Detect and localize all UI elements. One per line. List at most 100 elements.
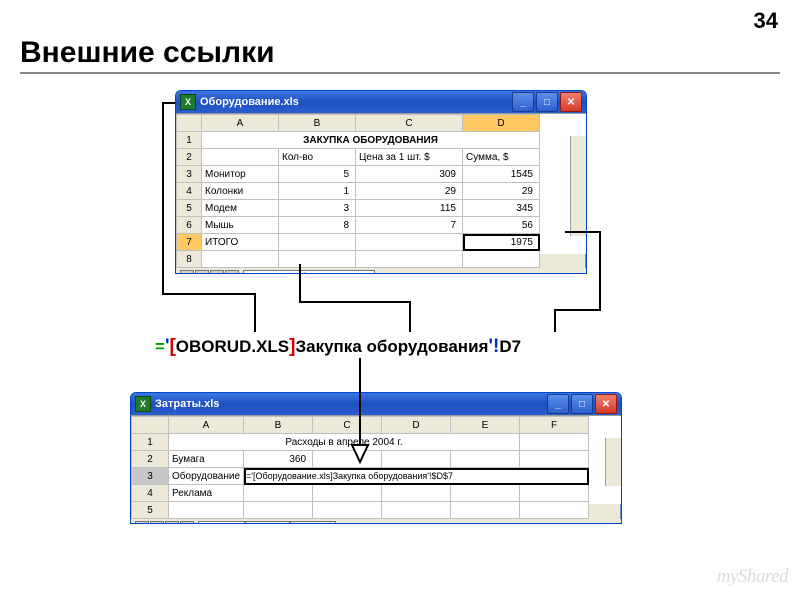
col-header-f[interactable]: F xyxy=(520,417,589,434)
cell[interactable] xyxy=(382,485,451,502)
cell[interactable] xyxy=(202,251,279,268)
sheet-nav-last-icon[interactable]: ⏭ xyxy=(180,521,194,524)
row-header[interactable]: 4 xyxy=(132,485,169,502)
sheet-tab-active[interactable]: Закупка оборудования xyxy=(243,270,375,275)
sheet-nav-prev-icon[interactable]: ◀ xyxy=(150,521,164,524)
row-header[interactable]: 3 xyxy=(132,468,169,485)
cell[interactable]: 309 xyxy=(356,166,463,183)
row-header[interactable]: 3 xyxy=(177,166,202,183)
cell[interactable]: Мышь xyxy=(202,217,279,234)
cell[interactable]: ЗАКУПКА ОБОРУДОВАНИЯ xyxy=(202,132,540,149)
cell[interactable]: ИТОГО xyxy=(202,234,279,251)
cell[interactable] xyxy=(244,502,313,519)
sheet-tab-3[interactable]: Лист3 xyxy=(290,521,335,525)
row-header[interactable]: 6 xyxy=(177,217,202,234)
cell[interactable]: 29 xyxy=(356,183,463,200)
cell[interactable]: Реклама xyxy=(169,485,244,502)
cell[interactable]: Оборудование xyxy=(169,468,244,485)
vertical-scrollbar[interactable] xyxy=(570,136,586,236)
cell[interactable] xyxy=(382,451,451,468)
spreadsheet-grid-1[interactable]: A B C D 1 ЗАКУПКА ОБОРУДОВАНИЯ 2 Кол-во … xyxy=(176,114,540,268)
close-button[interactable]: ✕ xyxy=(595,394,617,414)
col-header-c[interactable]: C xyxy=(313,417,382,434)
cell[interactable]: 29 xyxy=(463,183,540,200)
cell[interactable]: 3 xyxy=(279,200,356,217)
cell[interactable] xyxy=(279,251,356,268)
col-header-d[interactable]: D xyxy=(463,115,540,132)
sheet-nav-first-icon[interactable]: ⏮ xyxy=(180,270,194,274)
col-header-a[interactable]: A xyxy=(169,417,244,434)
cell[interactable]: 8 xyxy=(279,217,356,234)
col-header-b[interactable]: B xyxy=(279,115,356,132)
sheet-nav-prev-icon[interactable]: ◀ xyxy=(195,270,209,274)
row-header[interactable]: 2 xyxy=(132,451,169,468)
cell[interactable]: Расходы в апреле 2004 г. xyxy=(169,434,520,451)
cell[interactable] xyxy=(520,451,589,468)
row-header[interactable]: 5 xyxy=(132,502,169,519)
row-header[interactable]: 1 xyxy=(132,434,169,451)
cell[interactable]: Цена за 1 шт. $ xyxy=(356,149,463,166)
sheet-nav-last-icon[interactable]: ⏭ xyxy=(225,270,239,274)
cell[interactable] xyxy=(451,485,520,502)
cell[interactable] xyxy=(202,149,279,166)
col-header-c[interactable]: C xyxy=(356,115,463,132)
cell[interactable] xyxy=(520,485,589,502)
corner-cell[interactable] xyxy=(132,417,169,434)
cell-d7-active[interactable]: 1975 xyxy=(463,234,540,251)
cell-b3-formula[interactable]: ='[Оборудование.xls]Закупка оборудования… xyxy=(244,468,589,485)
spreadsheet-grid-2[interactable]: A B C D E F 1 Расходы в апреле 2004 г. 2… xyxy=(131,416,589,519)
row-header[interactable]: 7 xyxy=(177,234,202,251)
cell[interactable]: 345 xyxy=(463,200,540,217)
cell[interactable]: Сумма, $ xyxy=(463,149,540,166)
cell[interactable] xyxy=(313,502,382,519)
col-header-a[interactable]: A xyxy=(202,115,279,132)
cell[interactable] xyxy=(451,451,520,468)
cell[interactable] xyxy=(356,234,463,251)
cell[interactable] xyxy=(244,485,313,502)
cell[interactable] xyxy=(463,251,540,268)
cell[interactable] xyxy=(313,451,382,468)
cell[interactable]: 115 xyxy=(356,200,463,217)
cell[interactable] xyxy=(520,502,589,519)
corner-cell[interactable] xyxy=(177,115,202,132)
cell[interactable] xyxy=(382,502,451,519)
sheet-tab-2[interactable]: Лист2 xyxy=(245,521,290,525)
cell[interactable]: 7 xyxy=(356,217,463,234)
cell[interactable]: Кол-во xyxy=(279,149,356,166)
cell[interactable]: Бумага xyxy=(169,451,244,468)
row-header[interactable]: 1 xyxy=(177,132,202,149)
cell[interactable]: Модем xyxy=(202,200,279,217)
cell[interactable] xyxy=(279,234,356,251)
row-header[interactable]: 2 xyxy=(177,149,202,166)
cell[interactable] xyxy=(313,485,382,502)
cell[interactable]: Монитор xyxy=(202,166,279,183)
titlebar[interactable]: X Оборудование.xls _ □ ✕ xyxy=(176,91,586,113)
close-button[interactable]: ✕ xyxy=(560,92,582,112)
cell[interactable]: 56 xyxy=(463,217,540,234)
sheet-nav-first-icon[interactable]: ⏮ xyxy=(135,521,149,524)
col-header-d[interactable]: D xyxy=(382,417,451,434)
row-header[interactable]: 5 xyxy=(177,200,202,217)
cell[interactable]: 1545 xyxy=(463,166,540,183)
maximize-button[interactable]: □ xyxy=(536,92,558,112)
col-header-e[interactable]: E xyxy=(451,417,520,434)
titlebar[interactable]: X Затраты.xls _ □ ✕ xyxy=(131,393,621,415)
sheet-tab-1[interactable]: Лист1 xyxy=(198,521,245,525)
cell[interactable] xyxy=(520,434,589,451)
minimize-button[interactable]: _ xyxy=(512,92,534,112)
cell[interactable] xyxy=(356,251,463,268)
cell[interactable] xyxy=(169,502,244,519)
sheet-nav-next-icon[interactable]: ▶ xyxy=(165,521,179,524)
cell[interactable] xyxy=(451,502,520,519)
minimize-button[interactable]: _ xyxy=(547,394,569,414)
cell[interactable]: 360 xyxy=(244,451,313,468)
col-header-b[interactable]: B xyxy=(244,417,313,434)
cell[interactable]: 1 xyxy=(279,183,356,200)
row-header[interactable]: 8 xyxy=(177,251,202,268)
maximize-button[interactable]: □ xyxy=(571,394,593,414)
row-header[interactable]: 4 xyxy=(177,183,202,200)
vertical-scrollbar[interactable] xyxy=(605,438,621,486)
sheet-nav-next-icon[interactable]: ▶ xyxy=(210,270,224,274)
cell[interactable]: 5 xyxy=(279,166,356,183)
cell[interactable]: Колонки xyxy=(202,183,279,200)
